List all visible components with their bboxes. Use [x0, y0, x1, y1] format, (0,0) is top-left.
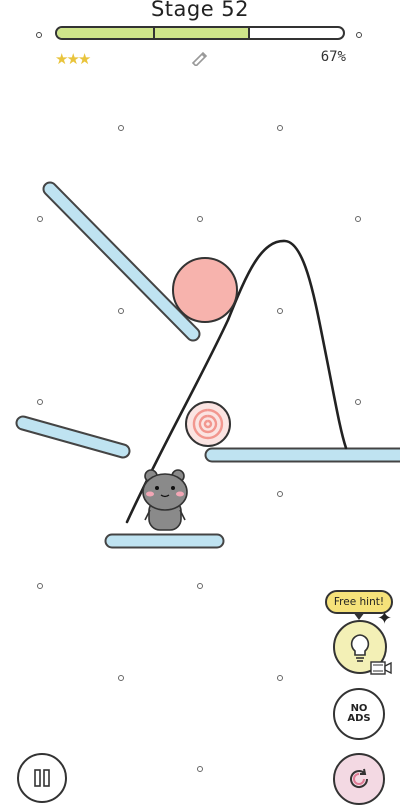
- platform-left-slanted: [15, 415, 131, 459]
- restart-button[interactable]: [333, 753, 385, 805]
- lightbulb-icon: [350, 634, 370, 662]
- no-ads-line2: ADS: [347, 713, 371, 724]
- grid-dot: [197, 766, 203, 772]
- pause-icon: [34, 769, 50, 787]
- grid-dot: [118, 308, 124, 314]
- bear-character: [142, 469, 188, 531]
- grid-dot: [118, 125, 124, 131]
- grid-dot: [277, 308, 283, 314]
- sparkle-icon: ✦: [377, 608, 393, 629]
- grid-dot: [197, 216, 203, 222]
- candy-ball: [185, 401, 231, 447]
- grid-dot: [197, 583, 203, 589]
- grid-dot: [37, 216, 43, 222]
- game-scene[interactable]: [0, 0, 400, 800]
- no-ads-button[interactable]: NO ADS: [333, 688, 385, 740]
- restart-icon: [350, 768, 369, 788]
- pink-ball: [172, 257, 238, 323]
- pause-button[interactable]: [17, 753, 67, 803]
- grid-dot: [118, 675, 124, 681]
- grid-dot: [37, 583, 43, 589]
- grid-dot: [277, 675, 283, 681]
- grid-dot: [355, 399, 361, 405]
- video-icon: [370, 660, 392, 679]
- grid-dot: [37, 399, 43, 405]
- grid-dot: [277, 125, 283, 131]
- grid-dot: [277, 491, 283, 497]
- grid-dot: [355, 216, 361, 222]
